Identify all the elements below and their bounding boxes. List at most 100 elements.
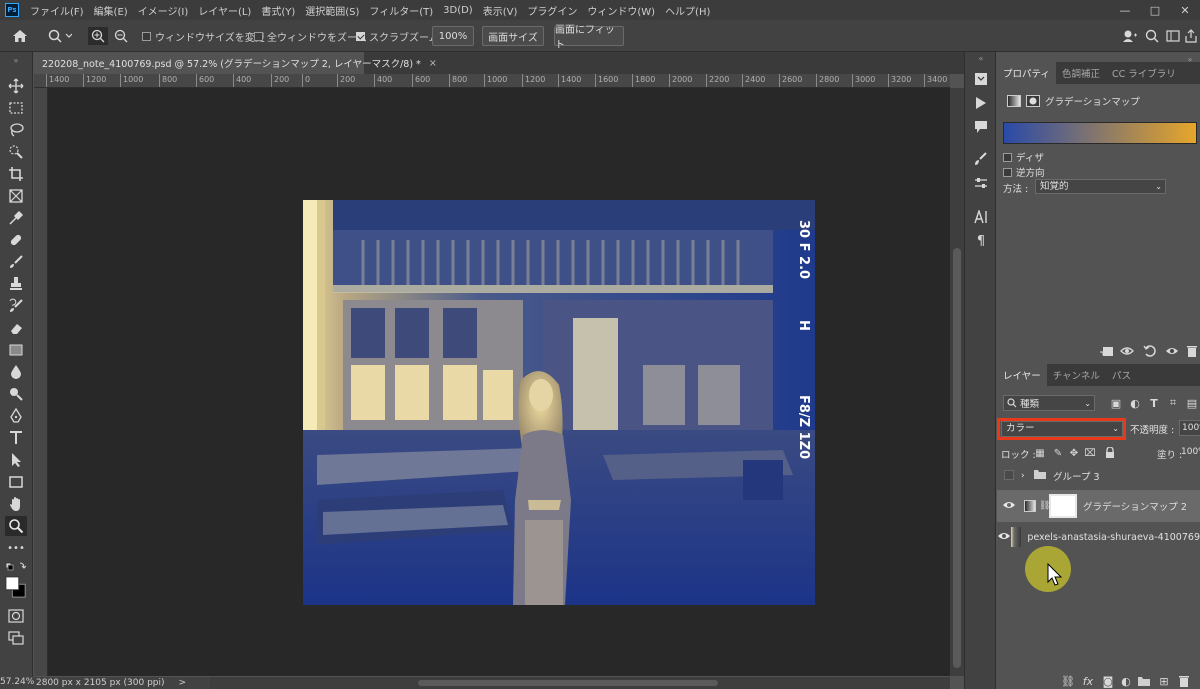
marquee-tool-icon[interactable] [5, 98, 27, 118]
history-brush-tool-icon[interactable] [5, 296, 27, 316]
paragraph-icon[interactable]: ¶ [971, 232, 991, 250]
reverse-checkbox[interactable]: 逆方向 [1003, 165, 1045, 179]
menu-plugins[interactable]: プラグイン [522, 3, 582, 18]
scrubby-zoom-checkbox[interactable]: スクラブズーム [356, 27, 439, 45]
layer-thumbnail[interactable] [1011, 527, 1022, 547]
layer-filter-select[interactable]: 種類 ⌄ [1003, 395, 1095, 411]
close-icon[interactable]: ✕ [1170, 0, 1200, 20]
menu-edit[interactable]: 編集(E) [89, 3, 133, 18]
link-chain-icon[interactable]: ⛓ [1039, 501, 1050, 511]
mask-icon[interactable] [1026, 95, 1040, 107]
stamp-tool-icon[interactable] [5, 274, 27, 294]
filter-pixel-icon[interactable]: ▣ [1109, 396, 1123, 410]
checkbox-box[interactable] [254, 31, 263, 41]
opacity-input[interactable]: 100% [1179, 420, 1200, 436]
vertical-scrollbar[interactable] [950, 88, 964, 676]
tab-channels[interactable]: チャンネル [1047, 364, 1106, 386]
quick-mask-icon[interactable] [5, 606, 27, 626]
horizontal-scrollbar[interactable] [210, 677, 950, 689]
lock-artboard-icon[interactable]: ⌧ [1083, 446, 1097, 460]
menu-help[interactable]: ヘルプ(H) [660, 3, 715, 18]
zoom-all-windows-checkbox[interactable]: 全ウィンドウをズーム [254, 27, 367, 45]
view-previous-icon[interactable] [1120, 344, 1134, 358]
more-tools-icon[interactable]: ••• [5, 538, 27, 558]
dodge-tool-icon[interactable] [5, 384, 27, 404]
new-group-icon[interactable] [1137, 674, 1151, 688]
clip-to-layer-icon[interactable] [1099, 344, 1113, 358]
home-icon[interactable] [12, 27, 28, 45]
screen-mode-icon[interactable] [5, 628, 27, 648]
workspace-icon[interactable] [1166, 27, 1180, 45]
gradient-preview-bar[interactable] [1003, 122, 1197, 144]
crop-tool-icon[interactable] [5, 164, 27, 184]
filter-smart-object-icon[interactable]: ▤ [1185, 396, 1199, 410]
tab-cc-libraries[interactable]: CC ライブラリ [1106, 62, 1182, 84]
resize-windows-checkbox[interactable]: ウィンドウサイズを変更 [142, 27, 265, 45]
lock-transparent-icon[interactable]: ▦ [1033, 446, 1047, 460]
minimize-icon[interactable]: — [1110, 0, 1140, 20]
layer-mask-thumbnail[interactable] [1049, 494, 1077, 518]
collapse-chevron-icon[interactable]: » [5, 56, 27, 65]
zoom-in-icon[interactable] [88, 27, 108, 45]
search-icon[interactable] [1145, 27, 1159, 45]
checkbox-box[interactable] [142, 31, 151, 41]
healing-brush-tool-icon[interactable] [5, 230, 27, 250]
dither-checkbox[interactable]: ディザ [1003, 150, 1044, 164]
character-icon[interactable] [971, 208, 991, 226]
maximize-icon[interactable]: □ [1140, 0, 1170, 20]
brush-tool-icon[interactable] [5, 252, 27, 272]
blend-mode-select[interactable]: カラー ⌄ [1001, 421, 1123, 437]
close-tab-icon[interactable]: × [429, 58, 437, 69]
visibility-off-icon[interactable] [997, 469, 1021, 483]
layer-row-photo[interactable]: pexels-anastasia-shuraeva-4100769 [997, 522, 1200, 552]
document-tab[interactable]: 220208_note_4100769.psd @ 57.2% (グラデーション… [34, 52, 437, 74]
menu-image[interactable]: イメージ(I) [133, 3, 194, 18]
comments-icon[interactable] [971, 118, 991, 136]
share-user-icon[interactable] [1122, 27, 1138, 45]
menu-filter[interactable]: フィルター(T) [364, 3, 438, 18]
layer-row-gradient-map[interactable]: ⛓ グラデーションマップ 2 [997, 490, 1200, 522]
new-layer-icon[interactable]: ⊞ [1157, 674, 1171, 688]
color-swatches-icon[interactable] [5, 572, 27, 602]
filter-shape-icon[interactable]: ⌗ [1166, 396, 1180, 410]
delete-icon[interactable] [1185, 344, 1199, 358]
menu-select[interactable]: 選択範囲(S) [300, 3, 364, 18]
brushes-icon[interactable] [971, 150, 991, 168]
zoom-100-button[interactable]: 100% [432, 26, 474, 46]
layer-row-group[interactable]: › グループ 3 [997, 461, 1200, 491]
hand-tool-icon[interactable] [5, 494, 27, 514]
path-selection-tool-icon[interactable] [5, 450, 27, 470]
menu-window[interactable]: ウィンドウ(W) [582, 3, 660, 18]
new-adjustment-layer-icon[interactable]: ◐ [1119, 674, 1133, 688]
adjustments-sliders-icon[interactable] [971, 174, 991, 192]
lock-all-icon[interactable] [1103, 446, 1117, 460]
visibility-eye-icon[interactable] [997, 500, 1021, 513]
fit-screen-button[interactable]: 画面サイズ [482, 26, 544, 46]
frame-tool-icon[interactable] [5, 186, 27, 206]
history-icon[interactable] [971, 70, 991, 88]
collapse-chevron-icon[interactable]: « [971, 54, 991, 63]
reset-icon[interactable] [1143, 344, 1157, 358]
zoom-tool-preset-icon[interactable] [48, 27, 72, 45]
tab-properties[interactable]: プロパティ [997, 62, 1056, 84]
eraser-tool-icon[interactable] [5, 318, 27, 338]
add-mask-icon[interactable]: ◙ [1101, 674, 1115, 688]
actions-play-icon[interactable] [971, 94, 991, 112]
photoshop-logo-icon[interactable]: Ps [5, 3, 19, 17]
lasso-tool-icon[interactable] [5, 120, 27, 140]
collapse-chevron-icon[interactable]: » [1183, 52, 1197, 66]
method-select[interactable]: 知覚的 ⌄ [1035, 179, 1166, 194]
visibility-eye-icon[interactable] [997, 531, 1011, 544]
gradient-tool-icon[interactable] [5, 340, 27, 360]
pen-tool-icon[interactable] [5, 406, 27, 426]
lock-pixels-icon[interactable]: ✎ [1051, 446, 1065, 460]
zoom-level[interactable]: 57.24% [0, 677, 34, 689]
fill-screen-button[interactable]: 画面にフィット [554, 25, 624, 51]
chevron-right-icon[interactable]: › [1021, 471, 1033, 481]
visibility-eye-icon[interactable] [1165, 344, 1179, 358]
menu-file[interactable]: ファイル(F) [25, 3, 89, 18]
menu-type[interactable]: 書式(Y) [256, 3, 300, 18]
menu-layer[interactable]: レイヤー(L) [193, 3, 256, 18]
checkbox-box-checked[interactable] [356, 31, 365, 41]
share-icon[interactable] [1185, 27, 1197, 45]
